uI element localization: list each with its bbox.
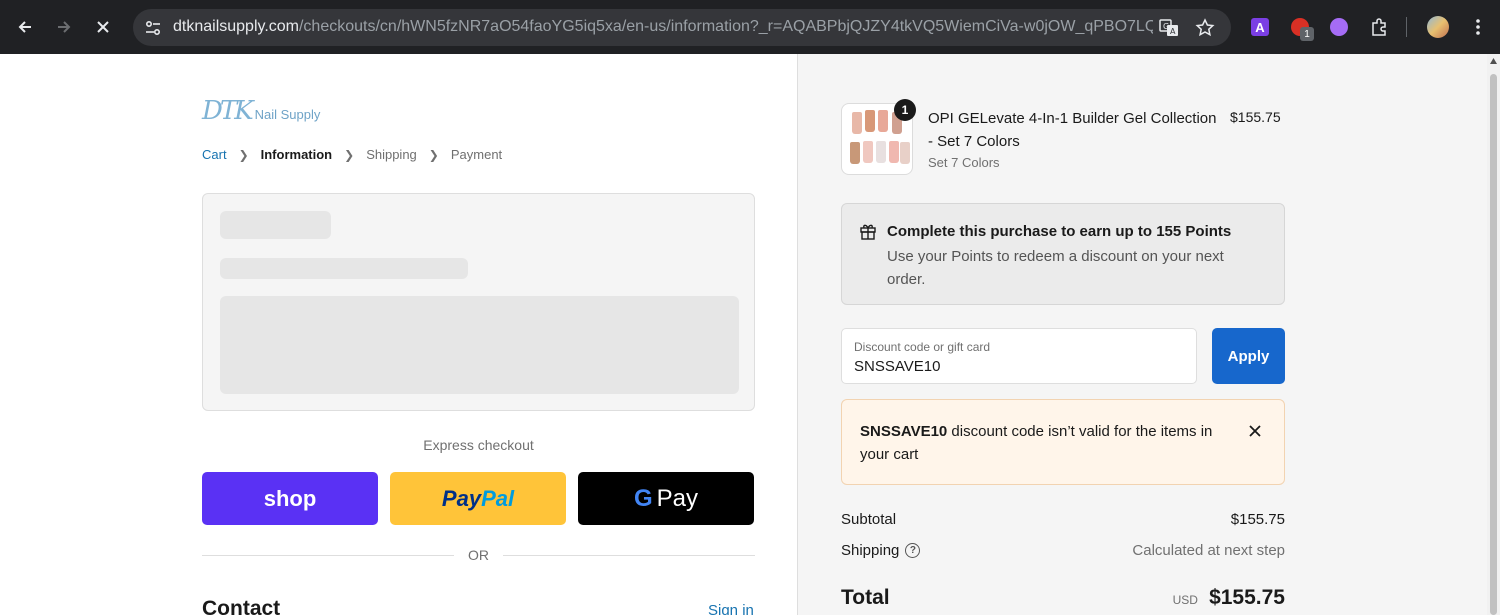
extension-purple-icon[interactable] bbox=[1327, 15, 1351, 39]
express-checkout-label: Express checkout bbox=[423, 437, 534, 453]
translate-icon[interactable]: GA bbox=[1159, 18, 1179, 38]
shipping-row: Shipping ? Calculated at next step bbox=[841, 542, 1285, 559]
discount-field-label: Discount code or gift card bbox=[854, 340, 991, 354]
order-summary: 1 OPI GELevate 4-In-1 Builder Gel Collec… bbox=[797, 54, 1487, 615]
address-bar[interactable]: dtknailsupply.com/checkouts/cn/hWN5fzNR7… bbox=[133, 9, 1231, 46]
checkout-page: DTK Nail Supply Cart ❯ Information ❯ Shi… bbox=[0, 54, 1500, 615]
checkout-main: DTK Nail Supply Cart ❯ Information ❯ Shi… bbox=[0, 54, 797, 615]
or-text: OR bbox=[468, 547, 489, 563]
apply-discount-button[interactable]: Apply bbox=[1212, 328, 1285, 384]
close-icon bbox=[97, 21, 109, 33]
total-value-group: USD $155.75 bbox=[1173, 586, 1285, 610]
gift-icon bbox=[860, 224, 876, 240]
extension-red-icon[interactable]: 1 bbox=[1288, 15, 1314, 41]
forward-button[interactable] bbox=[50, 13, 78, 41]
shipping-label-group: Shipping ? bbox=[841, 542, 921, 559]
total-value: $155.75 bbox=[1209, 586, 1285, 609]
chevron-right-icon: ❯ bbox=[344, 147, 355, 162]
loading-skeleton-card bbox=[202, 193, 755, 411]
discount-code-input[interactable]: Discount code or gift card SNSSAVE10 bbox=[841, 328, 1197, 384]
total-label: Total bbox=[841, 586, 890, 609]
or-divider: OR bbox=[202, 545, 755, 565]
extension-a-icon[interactable]: A bbox=[1248, 15, 1272, 39]
sign-in-link[interactable]: Sign in bbox=[708, 602, 754, 615]
google-g-icon: G bbox=[633, 484, 653, 512]
discount-field-value[interactable]: SNSSAVE10 bbox=[854, 358, 940, 375]
product-price: $155.75 bbox=[1230, 109, 1281, 125]
points-description: Use your Points to redeem a discount on … bbox=[887, 248, 1224, 288]
url-domain: dtknailsupply.com bbox=[173, 18, 299, 35]
shop-pay-logo: shop bbox=[263, 485, 317, 511]
shipping-label: Shipping bbox=[841, 542, 900, 559]
close-icon bbox=[1249, 425, 1261, 437]
browser-menu-button[interactable] bbox=[1466, 15, 1490, 39]
product-name: OPI GELevate 4-In-1 Builder Gel Collecti… bbox=[928, 110, 1217, 150]
subtotal-row: Subtotal $155.75 bbox=[841, 511, 1285, 528]
extensions-puzzle-icon[interactable] bbox=[1367, 15, 1391, 39]
rewards-points-banner: Complete this purchase to earn up to 155… bbox=[841, 203, 1285, 305]
discount-error-banner: SNSSAVE10 discount code isn’t valid for … bbox=[841, 399, 1285, 485]
paypal-logo-part1: Pay bbox=[441, 485, 482, 511]
browser-toolbar: dtknailsupply.com/checkouts/cn/hWN5fzNR7… bbox=[0, 0, 1500, 54]
contact-heading: Contact bbox=[202, 597, 281, 615]
points-title: Complete this purchase to earn up to 155… bbox=[887, 223, 1232, 240]
product-variant: Set 7 Colors bbox=[928, 155, 1000, 170]
store-logo[interactable]: DTK Nail Supply bbox=[202, 94, 320, 128]
chevron-right-icon: ❯ bbox=[428, 147, 439, 162]
extension-badge: 1 bbox=[1300, 27, 1314, 41]
profile-avatar[interactable] bbox=[1426, 15, 1450, 39]
subtotal-value: $155.75 bbox=[1230, 511, 1285, 528]
dismiss-error-button[interactable] bbox=[1242, 418, 1268, 444]
breadcrumb: Cart ❯ Information ❯ Shipping ❯ Payment bbox=[202, 147, 502, 162]
scrollbar-thumb[interactable] bbox=[1490, 74, 1497, 615]
svg-text:G: G bbox=[1163, 22, 1169, 31]
help-icon[interactable]: ? bbox=[905, 543, 921, 558]
skeleton-line bbox=[220, 211, 331, 239]
total-row: Total USD $155.75 bbox=[841, 586, 1285, 610]
logo-wordmark: Nail Supply bbox=[254, 106, 321, 122]
discount-error-message: SNSSAVE10 discount code isn’t valid for … bbox=[860, 420, 1230, 466]
toolbar-divider bbox=[1406, 17, 1407, 37]
more-vert-icon bbox=[1476, 19, 1480, 35]
scroll-up-icon[interactable] bbox=[1490, 58, 1497, 64]
breadcrumb-payment: Payment bbox=[450, 147, 503, 162]
bookmark-star-icon[interactable] bbox=[1195, 18, 1215, 38]
skeleton-line bbox=[220, 258, 468, 279]
google-pay-label: Pay bbox=[656, 484, 699, 512]
subtotal-label: Subtotal bbox=[841, 511, 897, 528]
back-arrow-icon bbox=[18, 21, 31, 33]
site-settings-icon[interactable] bbox=[144, 19, 162, 37]
page-scrollbar[interactable] bbox=[1487, 54, 1500, 615]
forward-arrow-icon bbox=[58, 21, 71, 33]
google-pay-button[interactable]: G Pay bbox=[578, 472, 754, 525]
logo-mark: DTK bbox=[202, 96, 254, 126]
error-code: SNSSAVE10 bbox=[860, 423, 948, 440]
svg-text:A: A bbox=[1170, 27, 1176, 36]
back-button[interactable] bbox=[11, 13, 39, 41]
url-text: dtknailsupply.com/checkouts/cn/hWN5fzNR7… bbox=[173, 18, 1153, 36]
url-path: /checkouts/cn/hWN5fzNR7aO54faoYG5iq5xa/e… bbox=[298, 18, 1153, 35]
paypal-button[interactable]: Pay Pal bbox=[390, 472, 566, 525]
chevron-right-icon: ❯ bbox=[238, 147, 249, 162]
breadcrumb-shipping: Shipping bbox=[366, 147, 417, 162]
stop-loading-button[interactable] bbox=[89, 13, 117, 41]
breadcrumb-cart[interactable]: Cart bbox=[202, 147, 227, 162]
shipping-value: Calculated at next step bbox=[1132, 542, 1285, 559]
skeleton-block bbox=[220, 296, 739, 394]
quantity-badge: 1 bbox=[894, 99, 916, 121]
breadcrumb-information: Information bbox=[260, 147, 333, 162]
paypal-logo-part2: Pal bbox=[481, 485, 515, 511]
shop-pay-button[interactable]: shop bbox=[202, 472, 378, 525]
currency-code: USD bbox=[1172, 593, 1198, 607]
